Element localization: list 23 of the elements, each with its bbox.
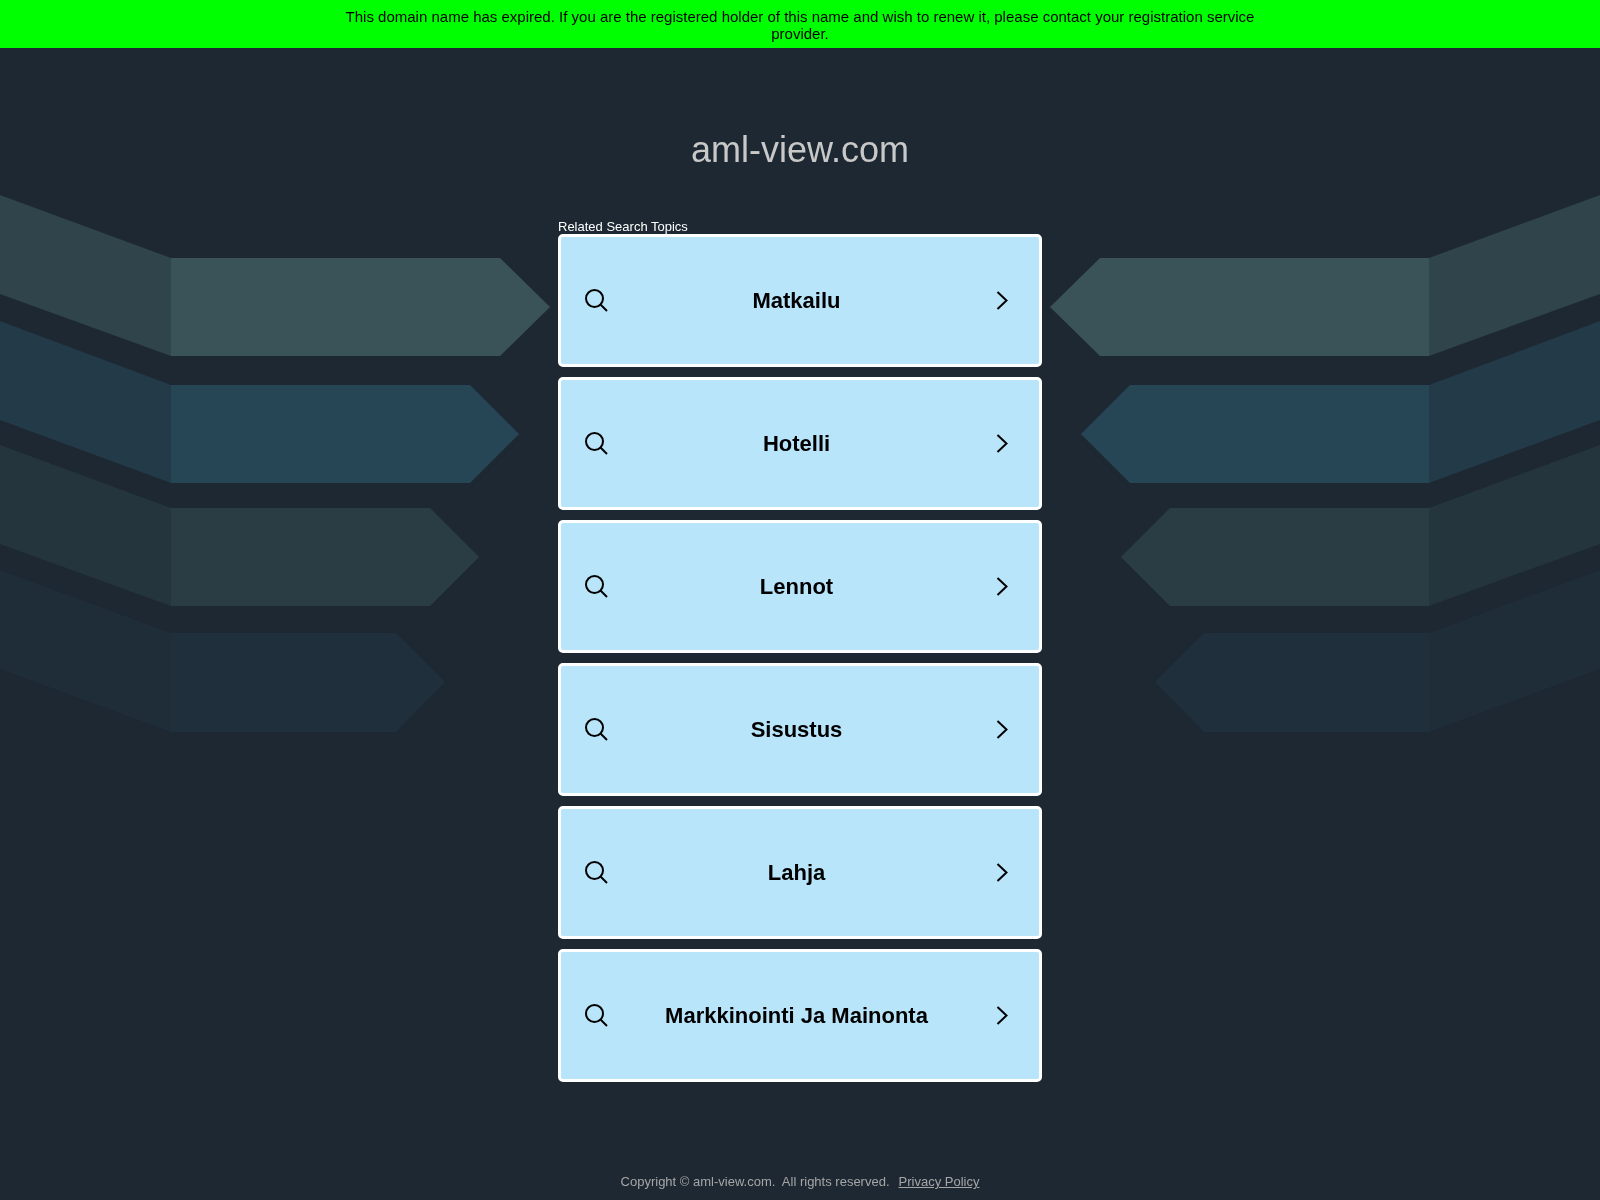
search-topic-button[interactable]: Lennot [558, 520, 1042, 653]
chevron-right-icon [996, 1006, 1008, 1025]
expiry-notice-text: This domain name has expired. If you are the registered holder of this name and wish to renew it, please contact your registration service provider. [344, 8, 1256, 42]
search-icon [585, 861, 608, 884]
search-icon [585, 1004, 608, 1027]
chevron-right-icon [996, 577, 1008, 596]
chevron-right-icon [996, 863, 1008, 882]
search-topic-button[interactable]: Matkailu [558, 234, 1042, 367]
chevron-right-icon [996, 291, 1008, 310]
copyright-text: Copyright © aml-view.com. All rights reserved. [620, 1174, 890, 1189]
search-topic-button[interactable]: Hotelli [558, 377, 1042, 510]
site-title: aml-view.com [690, 129, 909, 170]
chevron-right-icon [996, 720, 1008, 739]
search-icon [585, 575, 608, 598]
search-topic-button[interactable]: Lahja [558, 806, 1042, 939]
chevron-right-icon [996, 434, 1008, 453]
privacy-policy-link[interactable]: Privacy Policy [898, 1174, 980, 1189]
search-topic-button[interactable]: Markkinointi Ja Mainonta [558, 949, 1042, 1082]
section-heading: Related Search Topics [558, 219, 688, 234]
search-icon [585, 289, 608, 312]
search-icon [585, 432, 608, 455]
search-topic-button[interactable]: Sisustus [558, 663, 1042, 796]
search-icon [585, 718, 608, 741]
